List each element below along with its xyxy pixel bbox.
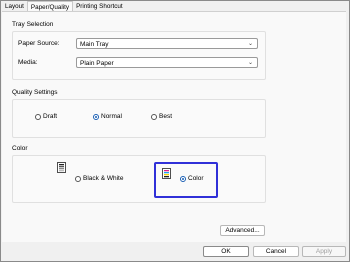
radio-best-label: Best <box>159 113 173 120</box>
radio-black-white[interactable]: Black & White <box>75 175 123 182</box>
ok-button[interactable]: OK <box>203 246 249 257</box>
color-title: Color <box>12 145 28 152</box>
chevron-down-icon: ⌄ <box>247 41 253 47</box>
chevron-down-icon: ⌄ <box>247 60 253 66</box>
radio-selected-icon <box>93 113 99 120</box>
cancel-button[interactable]: Cancel <box>253 246 299 257</box>
media-value: Plain Paper <box>80 59 114 67</box>
radio-normal[interactable]: Normal <box>93 113 122 120</box>
paper-source-label: Paper Source: <box>18 40 60 47</box>
paper-source-select[interactable]: Main Tray ⌄ <box>76 38 258 49</box>
radio-color[interactable]: Color <box>180 175 204 182</box>
tray-selection-title: Tray Selection <box>12 21 54 28</box>
radio-circle-icon <box>35 113 41 120</box>
radio-black-white-label: Black & White <box>83 175 124 182</box>
media-label: Media: <box>18 59 38 66</box>
radio-draft-label: Draft <box>43 113 58 120</box>
radio-circle-icon <box>151 113 157 120</box>
media-select[interactable]: Plain Paper ⌄ <box>76 57 258 68</box>
tab-panel: Tray Selection Paper Source: Main Tray ⌄… <box>2 11 346 242</box>
radio-circle-icon <box>75 175 81 182</box>
printer-black-white-icon <box>57 162 66 173</box>
color-group: Black & White Color <box>12 155 266 203</box>
tray-selection-group: Paper Source: Main Tray ⌄ Media: Plain P… <box>12 31 266 80</box>
radio-color-label: Color <box>188 175 204 182</box>
radio-selected-icon <box>180 175 186 182</box>
radio-best[interactable]: Best <box>151 113 172 120</box>
apply-button[interactable]: Apply <box>302 246 346 257</box>
quality-settings-title: Quality Settings <box>12 89 58 96</box>
radio-normal-label: Normal <box>101 113 122 120</box>
paper-source-value: Main Tray <box>80 40 109 48</box>
quality-settings-group: Draft Normal Best <box>12 99 266 138</box>
printer-color-icon <box>162 168 171 179</box>
advanced-button[interactable]: Advanced... <box>220 225 265 236</box>
radio-draft[interactable]: Draft <box>35 113 57 120</box>
